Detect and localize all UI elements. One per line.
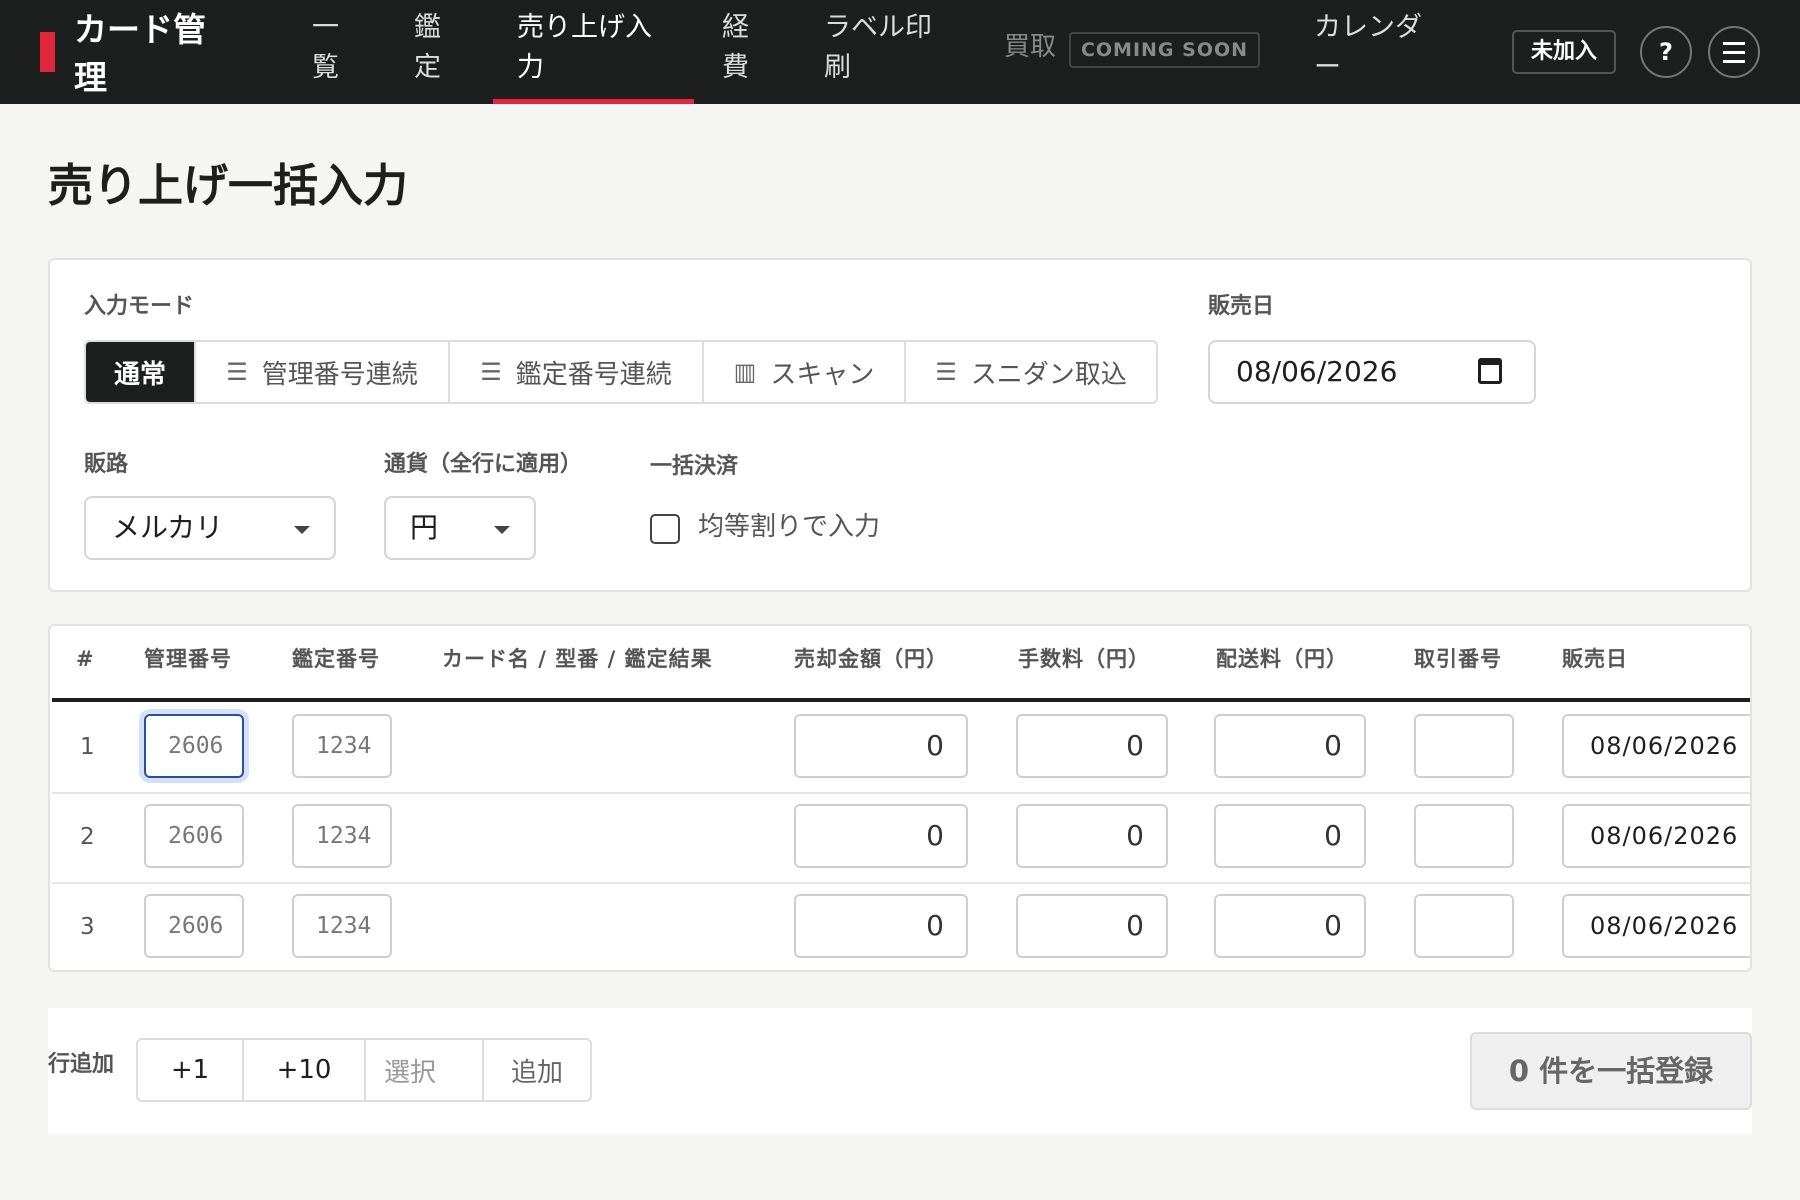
row-number: 1 — [80, 734, 95, 760]
column-header-card-name: カード名 / 型番 / 鑑定結果 — [442, 647, 713, 671]
sale-date-input[interactable]: 08/06/2026 — [1208, 340, 1536, 404]
add-row-button-group: +1 +10 選択 追加 — [136, 1038, 592, 1102]
fee-input[interactable]: 0 — [1016, 804, 1168, 868]
kanri-number-input[interactable]: 2606 — [144, 804, 244, 868]
sale-amount-input[interactable]: 0 — [794, 894, 968, 958]
column-header-sale-date: 販売日 — [1562, 647, 1628, 671]
page-title: 売り上げ一括入力 — [48, 159, 409, 212]
nav-item-expenses[interactable]: 経費 — [722, 8, 762, 88]
shipping-input[interactable]: 0 — [1214, 804, 1366, 868]
bulk-register-button[interactable]: 0 件を一括登録 — [1470, 1032, 1752, 1110]
brand-accent-mark — [40, 32, 55, 72]
mode-snkrdunk-import-button[interactable]: ☰ スニダン取込 — [904, 342, 1156, 402]
sale-date-label: 販売日 — [1208, 294, 1275, 319]
list-icon: ☰ — [480, 358, 502, 386]
input-mode-label: 入力モード — [84, 294, 195, 319]
fee-input[interactable]: 0 — [1016, 894, 1168, 958]
mode-normal-button[interactable]: 通常 — [86, 342, 194, 402]
table-header-divider — [52, 698, 1750, 702]
nav-item-list[interactable]: 一覧 — [312, 8, 352, 88]
batch-payment-label: 一括決済 — [650, 454, 739, 479]
list-icon: ☰ — [935, 358, 957, 386]
coming-soon-badge: COMING SOON — [1069, 32, 1260, 68]
column-header-kanri-number: 管理番号 — [144, 647, 232, 671]
add-ten-rows-button[interactable]: +10 — [242, 1040, 364, 1100]
fee-input[interactable]: 0 — [1016, 714, 1168, 778]
column-header-index: # — [76, 647, 95, 671]
kanri-number-input[interactable]: 2606 — [144, 714, 244, 778]
channel-select[interactable]: メルカリ — [84, 496, 336, 560]
settings-panel: 入力モード 通常 ☰ 管理番号連続 ☰ 鑑定番号連続 ▥ スキャン ☰ スニダン… — [48, 258, 1752, 592]
input-mode-segmented-control: 通常 ☰ 管理番号連続 ☰ 鑑定番号連続 ▥ スキャン ☰ スニダン取込 — [84, 340, 1158, 404]
mode-kantei-sequence-button[interactable]: ☰ 鑑定番号連続 — [448, 342, 702, 402]
transaction-number-input[interactable] — [1414, 894, 1514, 958]
column-header-sale-amount: 売却金額（円） — [794, 647, 948, 671]
row-divider — [52, 792, 1750, 794]
channel-label: 販路 — [84, 452, 129, 477]
help-icon: ? — [1659, 38, 1673, 66]
sales-entry-table: # 管理番号 鑑定番号 カード名 / 型番 / 鑑定結果 売却金額（円） 手数料… — [48, 624, 1752, 972]
kanri-number-input[interactable]: 2606 — [144, 894, 244, 958]
transaction-number-input[interactable] — [1414, 714, 1514, 778]
add-selected-rows-button[interactable]: 追加 — [482, 1040, 590, 1100]
transaction-number-input[interactable] — [1414, 804, 1514, 868]
list-icon: ☰ — [226, 358, 248, 386]
kantei-number-input[interactable]: 1234 — [292, 894, 392, 958]
nav-item-sales-entry[interactable]: 売り上げ入力 — [517, 8, 667, 88]
active-tab-indicator — [493, 99, 694, 104]
column-header-fee: 手数料（円） — [1018, 647, 1150, 671]
row-sale-date-input[interactable]: 08/06/2026 — [1562, 894, 1750, 958]
nav-item-label-print[interactable]: ラベル印刷 — [824, 8, 936, 88]
row-count-select[interactable]: 選択 — [364, 1040, 482, 1100]
nav-item-purchase: 買取 — [1004, 32, 1057, 62]
column-header-transaction-number: 取引番号 — [1414, 647, 1502, 671]
currency-select[interactable]: 円 — [384, 496, 536, 560]
sale-amount-input[interactable]: 0 — [794, 804, 968, 868]
mode-kanri-sequence-button[interactable]: ☰ 管理番号連続 — [194, 342, 448, 402]
column-header-kantei-number: 鑑定番号 — [292, 647, 380, 671]
help-button[interactable]: ? — [1640, 26, 1692, 78]
chevron-down-icon — [294, 526, 310, 534]
chevron-down-icon — [494, 526, 510, 534]
row-sale-date-input[interactable]: 08/06/2026 — [1562, 804, 1750, 868]
calendar-icon — [1478, 358, 1502, 384]
column-header-shipping: 配送料（円） — [1216, 647, 1348, 671]
barcode-icon: ▥ — [733, 358, 757, 386]
footer-action-bar: 行追加 +1 +10 選択 追加 0 件を一括登録 — [48, 1008, 1752, 1134]
top-navigation-bar: カード管理 一覧 鑑定 売り上げ入力 経費 ラベル印刷 買取 COMING SO… — [0, 0, 1800, 104]
shipping-input[interactable]: 0 — [1214, 714, 1366, 778]
app-brand[interactable]: カード管理 — [74, 6, 224, 102]
kantei-number-input[interactable]: 1234 — [292, 714, 392, 778]
kantei-number-input[interactable]: 1234 — [292, 804, 392, 868]
mode-scan-button[interactable]: ▥ スキャン — [702, 342, 904, 402]
row-number: 2 — [80, 824, 95, 850]
add-one-row-button[interactable]: +1 — [138, 1040, 242, 1100]
menu-button[interactable] — [1708, 26, 1760, 78]
row-divider — [52, 882, 1750, 884]
shipping-input[interactable]: 0 — [1214, 894, 1366, 958]
plan-status-button[interactable]: 未加入 — [1512, 30, 1616, 74]
currency-label: 通貨（全行に適用） — [384, 452, 583, 477]
nav-item-calendar[interactable]: カレンダー — [1314, 8, 1426, 88]
equal-split-checkbox[interactable] — [650, 514, 680, 544]
equal-split-label[interactable]: 均等割りで入力 — [698, 510, 880, 544]
nav-item-appraisal[interactable]: 鑑定 — [414, 8, 454, 88]
row-sale-date-input[interactable]: 08/06/2026 — [1562, 714, 1750, 778]
add-row-label: 行追加 — [48, 1052, 115, 1077]
sale-amount-input[interactable]: 0 — [794, 714, 968, 778]
row-number: 3 — [80, 914, 95, 940]
